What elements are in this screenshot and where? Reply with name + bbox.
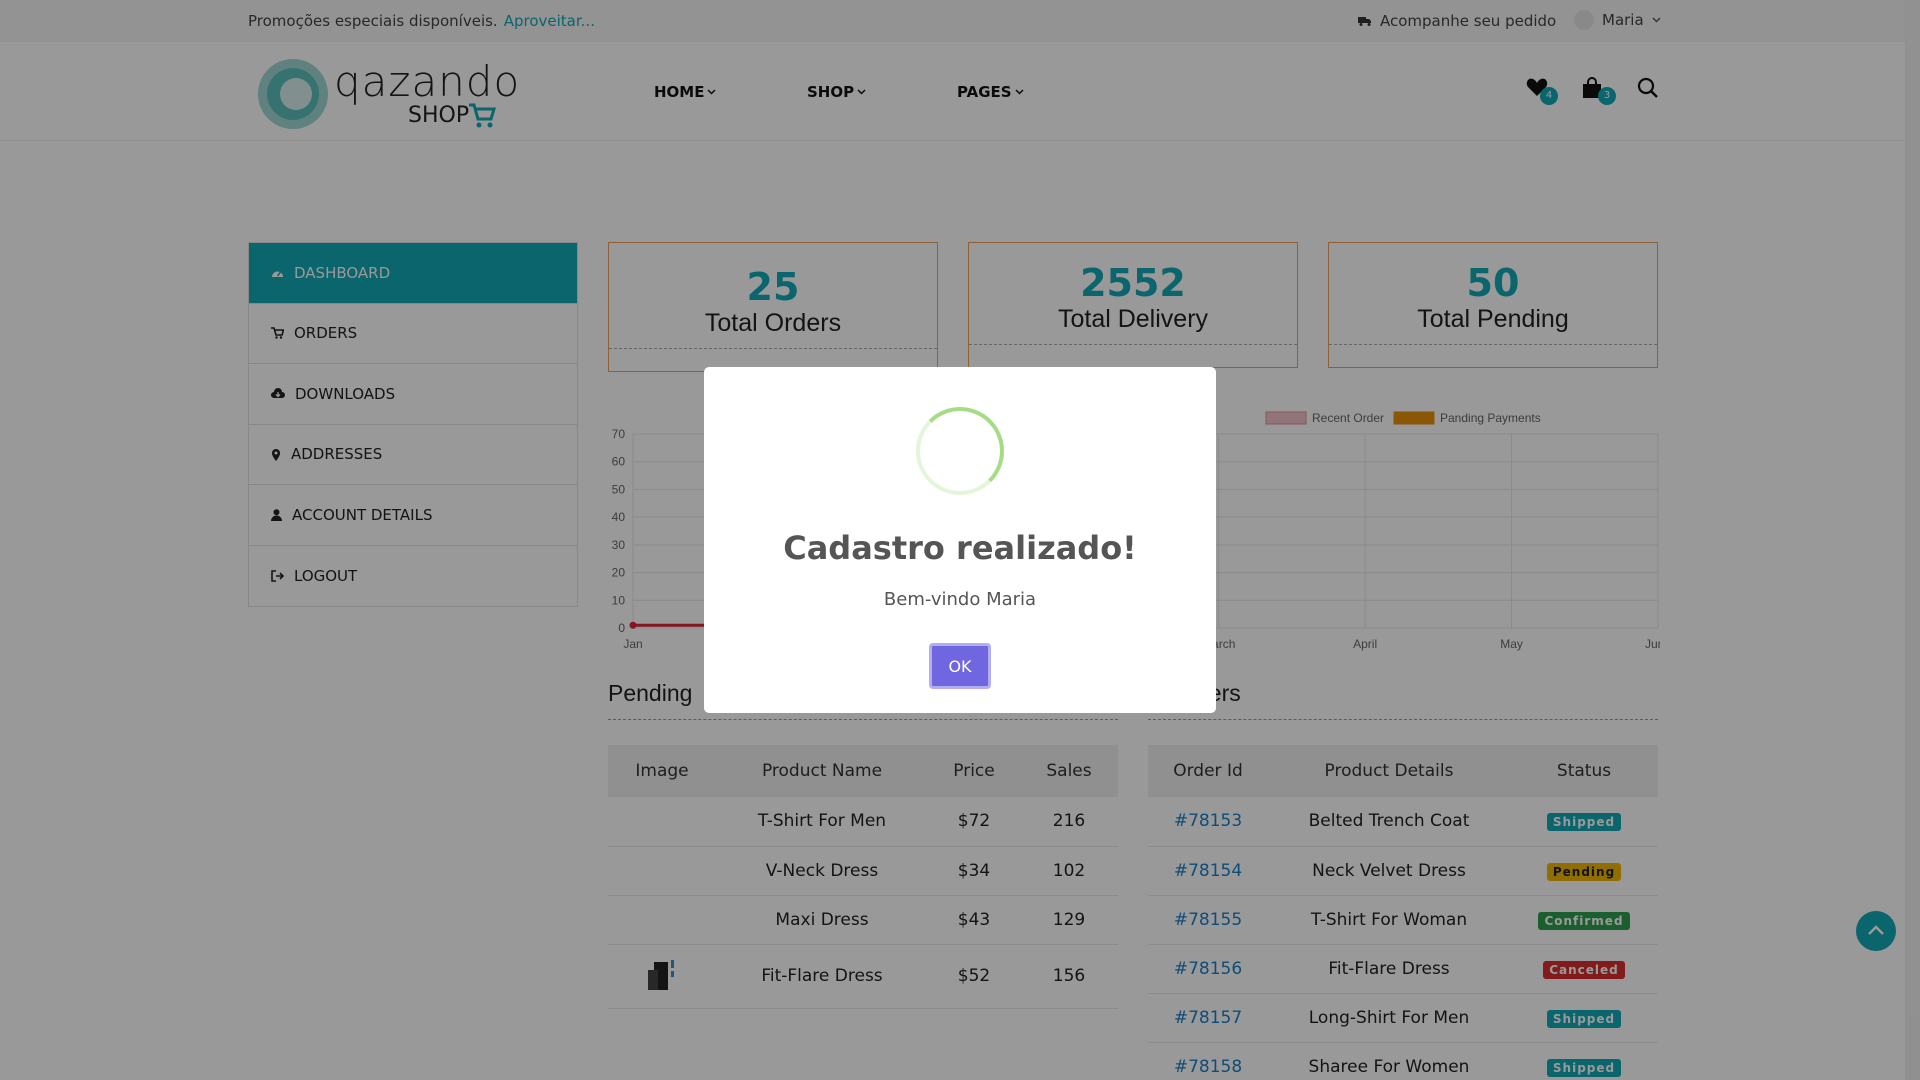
dialog-title: Cadastro realizado! — [783, 529, 1137, 567]
success-dialog: Cadastro realizado! Bem-vindo Maria OK — [704, 367, 1216, 713]
dialog-message: Bem-vindo Maria — [883, 589, 1037, 610]
ok-button[interactable]: OK — [929, 643, 991, 689]
success-spinner-icon — [916, 407, 1004, 495]
